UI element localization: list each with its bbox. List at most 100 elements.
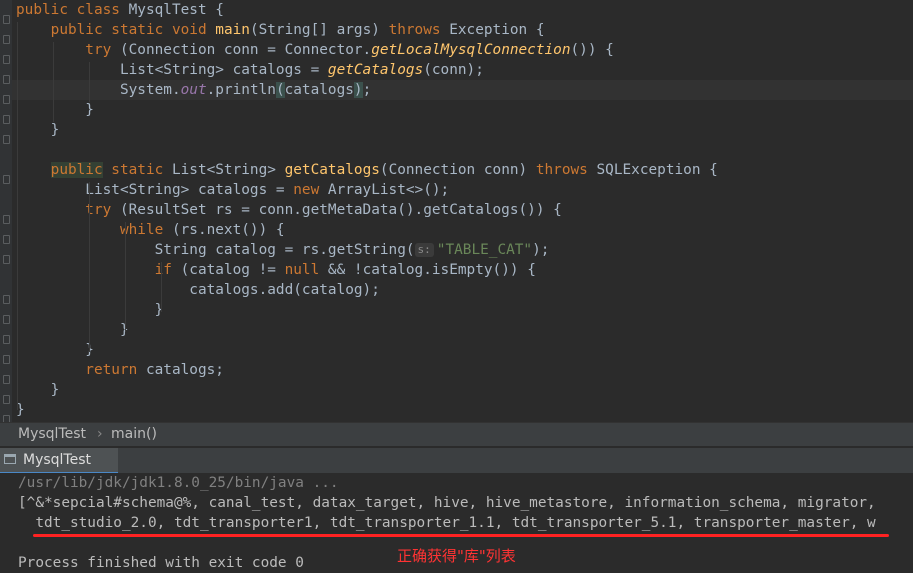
code-token: (String[] args) <box>249 22 389 38</box>
code-token: (ResultSet rs = conn.getMetaData().getCa… <box>119 202 562 218</box>
console-exit-message: Process finished with exit code 0 <box>18 555 304 571</box>
code-token: } <box>16 342 94 358</box>
code-token: catalogs.add(catalog); <box>16 282 380 298</box>
code-line: try (ResultSet rs = conn.getMetaData().g… <box>16 200 562 220</box>
code-token: throws <box>535 162 597 178</box>
code-token: (catalog != <box>180 262 285 278</box>
indent-guide <box>53 42 54 122</box>
code-token: List<String> catalogs = <box>16 182 294 198</box>
fold-marker-icon[interactable] <box>3 55 10 64</box>
indent-guide <box>89 182 90 352</box>
code-token: "TABLE_CAT" <box>436 242 533 258</box>
code-line: } <box>16 380 60 400</box>
fold-marker-icon[interactable] <box>3 15 10 24</box>
code-token: while <box>16 222 172 238</box>
fold-marker-icon[interactable] <box>3 255 10 264</box>
code-line: return catalogs; <box>16 360 224 380</box>
indent-guide <box>17 22 18 410</box>
code-token: (conn); <box>423 62 484 78</box>
code-token: (Connection conn) <box>379 162 536 178</box>
code-line: try (Connection conn = Connector.getLoca… <box>16 40 614 60</box>
code-editor[interactable]: public class MysqlTest { public static v… <box>0 0 913 422</box>
code-line: public class MysqlTest { <box>16 0 224 20</box>
breadcrumb-class[interactable]: MysqlTest <box>18 423 86 446</box>
fold-marker-icon[interactable] <box>3 295 10 304</box>
code-token: out <box>180 82 207 98</box>
console-command: /usr/lib/jdk/jdk1.8.0_25/bin/java ... <box>18 475 339 491</box>
fold-marker-icon[interactable] <box>3 355 10 364</box>
fold-marker-icon[interactable] <box>3 135 10 144</box>
annotation-text: 正确获得"库"列表 <box>397 547 516 565</box>
code-token: (Connection conn = Connector. <box>119 42 372 58</box>
code-token: return <box>16 362 146 378</box>
console-output-line-1: [^&*sepcial#schema@%, canal_test, datax_… <box>18 495 885 511</box>
code-token: ()) { <box>570 42 614 58</box>
fold-marker-icon[interactable] <box>3 315 10 324</box>
code-token: catalogs <box>284 82 354 98</box>
run-tab-label: MysqlTest <box>23 452 92 468</box>
code-token: getLocalMysqlConnection <box>371 42 571 58</box>
code-token: MysqlTest <box>128 2 216 18</box>
code-token: { <box>215 2 224 18</box>
fold-marker-icon[interactable] <box>3 415 10 422</box>
code-token: try <box>16 42 120 58</box>
code-line: } <box>16 100 94 120</box>
code-line: String catalog = rs.getString(s: "TABLE_C… <box>16 240 550 260</box>
code-token: System. <box>16 82 181 98</box>
breadcrumb-method[interactable]: main() <box>111 423 157 446</box>
fold-marker-icon[interactable] <box>3 395 10 404</box>
code-token: List<String> catalogs = <box>16 62 328 78</box>
fold-marker-icon[interactable] <box>3 75 10 84</box>
code-line: List<String> catalogs = new ArrayList<>(… <box>16 180 449 200</box>
code-token: catalogs; <box>145 362 224 378</box>
code-token: List<String> <box>171 162 285 178</box>
code-line: } <box>16 120 60 140</box>
fold-marker-icon[interactable] <box>3 35 10 44</box>
code-token: getCatalogs <box>284 162 380 178</box>
code-token: public static void <box>16 22 216 38</box>
code-line: } <box>16 340 94 360</box>
fold-marker-icon[interactable] <box>3 115 10 124</box>
code-token: Exception { <box>449 22 545 38</box>
code-line: while (rs.next()) { <box>16 220 285 240</box>
indent-guide <box>89 62 90 102</box>
code-token: main <box>215 22 250 38</box>
fold-marker-icon[interactable] <box>3 215 10 224</box>
code-token: if <box>16 262 181 278</box>
code-token: } <box>16 102 94 118</box>
code-line: public static void main(String[] args) t… <box>16 20 545 40</box>
red-underline-annotation <box>33 534 889 537</box>
code-token: public <box>50 162 103 178</box>
code-token: ( <box>275 82 285 98</box>
run-tool-window-header: MysqlTest <box>0 447 913 474</box>
fold-marker-icon[interactable] <box>3 95 10 104</box>
fold-marker-icon[interactable] <box>3 175 10 184</box>
code-token: ArrayList<>(); <box>327 182 450 198</box>
fold-marker-icon[interactable] <box>3 335 10 344</box>
console-window-icon <box>4 454 16 464</box>
parameter-hint: s: <box>414 243 434 257</box>
code-line: } <box>16 320 129 340</box>
code-token: } <box>16 322 129 338</box>
code-token: ; <box>362 82 372 98</box>
code-token: getCatalogs <box>327 62 424 78</box>
code-token: } <box>16 382 60 398</box>
code-token: static <box>102 162 172 178</box>
code-line: System.out.println(catalogs); <box>16 80 371 100</box>
code-token: throws <box>388 22 450 38</box>
code-token: public class <box>16 2 129 18</box>
code-token: .println <box>206 82 276 98</box>
code-line: if (catalog != null && !catalog.isEmpty(… <box>16 260 536 280</box>
code-token: try <box>16 202 120 218</box>
fold-marker-icon[interactable] <box>3 375 10 384</box>
code-line: public static List<String> getCatalogs(C… <box>16 160 718 180</box>
code-token: new <box>293 182 328 198</box>
code-token: ) <box>353 82 363 98</box>
code-line: List<String> catalogs = getCatalogs(conn… <box>16 60 484 80</box>
indent-guide <box>161 262 162 312</box>
run-tab-mysqltest[interactable]: MysqlTest <box>0 448 118 474</box>
code-token: ); <box>532 242 550 258</box>
breadcrumb-separator: › <box>97 426 103 442</box>
fold-marker-icon[interactable] <box>3 235 10 244</box>
